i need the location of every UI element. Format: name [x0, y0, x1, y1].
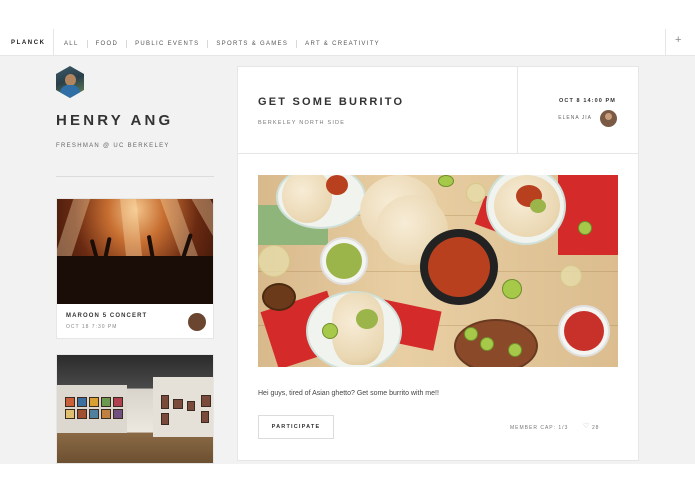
nav-item-art-creativity[interactable]: ART & CREATIVITY — [305, 41, 380, 47]
nav-separator — [126, 40, 128, 48]
event-card-avatar[interactable] — [188, 313, 206, 331]
profile-subtitle: FRESHMAN @ UC BERKELEY — [56, 143, 170, 149]
post-header-divider — [517, 67, 518, 153]
participate-button[interactable]: PARTICIPATE — [258, 415, 334, 439]
main-canvas: HENRY ANG FRESHMAN @ UC BERKELEY MAROON … — [0, 56, 695, 464]
nav-item-all[interactable]: ALL — [64, 41, 79, 47]
post-location: BERKELEY NORTH SIDE — [258, 120, 346, 126]
event-card[interactable]: MAROON 5 CONCERT OCT 18 7:30 PM — [56, 198, 214, 339]
brand-logo[interactable]: PLANCK — [11, 40, 46, 46]
profile-avatar[interactable] — [56, 66, 84, 98]
post-title: GET SOME BURRITO — [258, 96, 405, 108]
event-post: GET SOME BURRITO BERKELEY NORTH SIDE OCT… — [237, 66, 639, 461]
nav-divider — [53, 29, 54, 56]
nav-separator — [86, 40, 88, 48]
plus-icon[interactable]: + — [675, 35, 681, 46]
nav-divider — [665, 29, 666, 56]
nav-separator — [207, 40, 209, 48]
host-name[interactable]: ELENA JIA — [558, 115, 592, 121]
event-card-date: OCT 18 7:30 PM — [66, 324, 118, 330]
nav-item-food[interactable]: FOOD — [96, 41, 119, 47]
post-time: OCT 8 14:00 PM — [559, 98, 616, 104]
profile-divider — [56, 176, 214, 177]
member-cap: MEMBER CAP: 1/3 — [510, 425, 569, 431]
nav-item-sports-games[interactable]: SPORTS & GAMES — [216, 41, 288, 47]
top-nav: PLANCK ALL FOOD PUBLIC EVENTS SPORTS & G… — [0, 29, 695, 56]
event-card[interactable] — [56, 354, 214, 464]
concert-crowd-photo — [57, 199, 213, 304]
art-gallery-photo — [57, 355, 213, 463]
post-description: Hei guys, tired of Asian ghetto? Get som… — [258, 390, 439, 397]
host-avatar[interactable] — [600, 110, 617, 127]
heart-icon[interactable]: ♡ — [583, 423, 589, 430]
nav-separator — [296, 40, 298, 48]
category-nav: ALL FOOD PUBLIC EVENTS SPORTS & GAMES AR… — [64, 40, 380, 48]
like-count: 28 — [592, 425, 600, 431]
post-header-divider — [238, 153, 638, 154]
nav-item-public-events[interactable]: PUBLIC EVENTS — [135, 41, 199, 47]
event-card-title: MAROON 5 CONCERT — [66, 313, 148, 319]
profile-name: HENRY ANG — [56, 112, 174, 129]
burrito-food-spread-photo — [258, 175, 618, 367]
